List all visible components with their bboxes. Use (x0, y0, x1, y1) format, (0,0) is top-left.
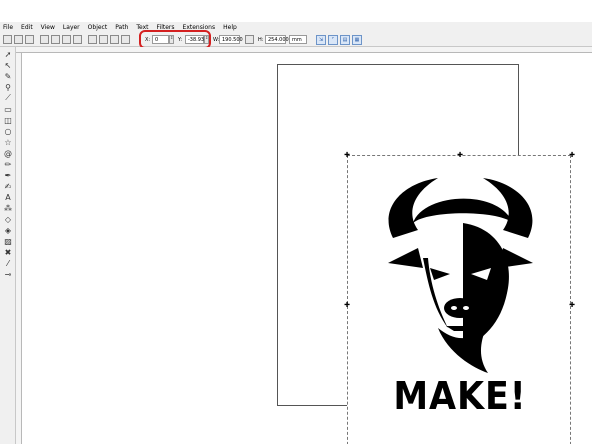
menu-object[interactable]: Object (88, 24, 108, 31)
paint-bucket-icon[interactable]: ◈ (3, 225, 13, 235)
scale-corners-icon[interactable]: ⌜ (328, 35, 338, 45)
gradient-icon[interactable]: ▨ (3, 236, 13, 246)
measure-icon[interactable]: ⟋ (3, 93, 13, 103)
lower-icon[interactable] (110, 35, 119, 44)
pencil-icon[interactable]: ✏ (3, 159, 13, 169)
eraser-icon[interactable]: ◇ (3, 214, 13, 224)
selected-object[interactable]: ✚ ✚ ✚ ✚ ✚ MAKE! (344, 152, 575, 444)
connector-icon[interactable]: ⊸ (3, 269, 13, 279)
scale-handle-left[interactable]: ✚ (344, 302, 350, 309)
dropper-icon[interactable]: ⁄ (3, 258, 13, 268)
tweak-icon[interactable]: ✎ (3, 71, 13, 81)
flip-horizontal-icon[interactable] (62, 35, 71, 44)
select-arrow-icon[interactable]: ➚ (3, 49, 13, 59)
pen-icon[interactable]: ✒ (3, 170, 13, 180)
scale-handle-right[interactable]: ✚ (569, 302, 575, 309)
node-edit-icon[interactable]: ↖ (3, 60, 13, 70)
rotate-cw-icon[interactable] (51, 35, 60, 44)
rotate-ccw-icon[interactable] (40, 35, 49, 44)
unit-select[interactable]: mm (289, 35, 307, 44)
select-all-layers-icon[interactable] (14, 35, 23, 44)
menu-edit[interactable]: Edit (21, 24, 33, 31)
w-input[interactable]: 190.500 (219, 35, 243, 44)
zoom-icon[interactable]: ⚲ (3, 82, 13, 92)
vertical-ruler[interactable] (16, 53, 22, 444)
horizontal-ruler[interactable] (16, 47, 592, 53)
spray-icon[interactable]: ⁂ (3, 203, 13, 213)
scale-handle-top-right[interactable]: ✚ (569, 152, 575, 159)
bison-logo-image (388, 178, 533, 373)
star-icon[interactable]: ☆ (3, 137, 13, 147)
spiral-icon[interactable]: @ (3, 148, 13, 158)
move-gradients-icon[interactable]: ▤ (340, 35, 350, 45)
mesh-icon[interactable]: ✖ (3, 247, 13, 257)
tool-controls-bar: X: 0 ⇕ Y: -38.932 ⇕ W: 190.500 H: 254.00… (0, 33, 592, 47)
h-label: H: (258, 37, 264, 43)
scale-handle-top-left[interactable]: ✚ (344, 152, 350, 159)
menu-path[interactable]: Path (115, 24, 128, 31)
raise-to-top-icon[interactable] (88, 35, 97, 44)
select-all-icon[interactable] (3, 35, 12, 44)
ellipse-icon[interactable]: ○ (3, 126, 13, 136)
menu-file[interactable]: File (3, 24, 13, 31)
calligraphy-icon[interactable]: ✍ (3, 181, 13, 191)
h-input[interactable]: 254.000 (265, 35, 289, 44)
lower-to-bottom-icon[interactable] (121, 35, 130, 44)
drawing-canvas[interactable]: ✚ ✚ ✚ ✚ ✚ MAKE! (23, 54, 592, 444)
scale-stroke-icon[interactable]: ⇲ (316, 35, 326, 45)
3d-box-icon[interactable]: ◫ (3, 115, 13, 125)
toolbox: ➚ ↖ ✎ ⚲ ⟋ ▭ ◫ ○ ☆ @ ✏ ✒ ✍ A ⁂ ◇ ◈ ▨ ✖ ⁄ … (0, 47, 16, 444)
flip-vertical-icon[interactable] (73, 35, 82, 44)
text-icon[interactable]: A (3, 192, 13, 202)
menu-layer[interactable]: Layer (63, 24, 80, 31)
move-patterns-icon[interactable]: ▦ (352, 35, 362, 45)
raise-icon[interactable] (99, 35, 108, 44)
rectangle-icon[interactable]: ▭ (3, 104, 13, 114)
scale-handle-top[interactable]: ✚ (457, 152, 463, 159)
menu-help[interactable]: Help (223, 24, 237, 31)
menu-bar: File Edit View Layer Object Path Text Fi… (0, 22, 592, 33)
make-logo-text: MAKE! (393, 374, 527, 418)
lock-icon[interactable] (245, 35, 254, 44)
deselect-icon[interactable] (25, 35, 34, 44)
menu-view[interactable]: View (41, 24, 55, 31)
